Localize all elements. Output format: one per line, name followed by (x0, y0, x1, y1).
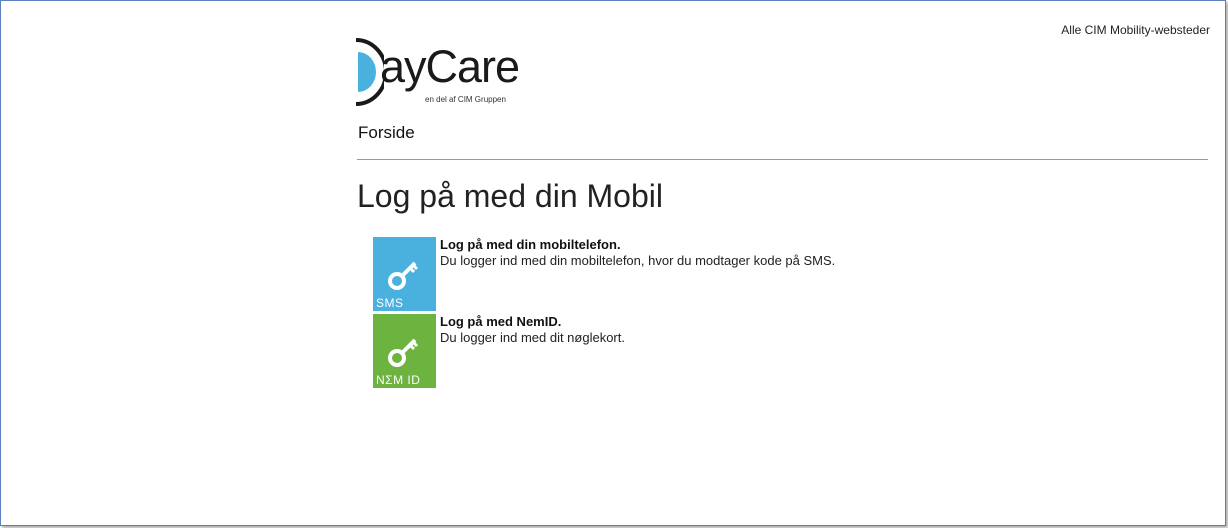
logo-tagline: en del af CIM Gruppen (425, 95, 506, 104)
sms-tile[interactable]: SMS (373, 237, 436, 311)
sms-option-title[interactable]: Log på med din mobiltelefon. (440, 237, 621, 252)
page-title: Log på med din Mobil (357, 178, 663, 214)
all-sites-link[interactable]: Alle CIM Mobility-websteder (1061, 23, 1210, 37)
nav-home-link[interactable]: Forside (358, 123, 415, 143)
key-icon (388, 338, 419, 367)
nemid-option-title[interactable]: Log på med NemID. (440, 314, 561, 329)
key-icon (388, 261, 419, 290)
daycare-logo[interactable]: ayCare en del af CIM Gruppen (354, 38, 554, 108)
nemid-login-option[interactable]: NΣM ID Log på med NemID. Du logger ind m… (373, 314, 1073, 388)
sms-login-option[interactable]: SMS Log på med din mobiltelefon. Du logg… (373, 237, 1073, 311)
sms-option-description: Du logger ind med din mobiltelefon, hvor… (440, 253, 836, 268)
header-divider (357, 159, 1208, 160)
sms-tile-label: SMS (376, 296, 404, 310)
logo-brand-text: ayCare (380, 41, 520, 92)
nemid-tile[interactable]: NΣM ID (373, 314, 436, 388)
nemid-option-description: Du logger ind med dit nøglekort. (440, 330, 625, 345)
nemid-tile-label: NΣM ID (376, 373, 421, 387)
